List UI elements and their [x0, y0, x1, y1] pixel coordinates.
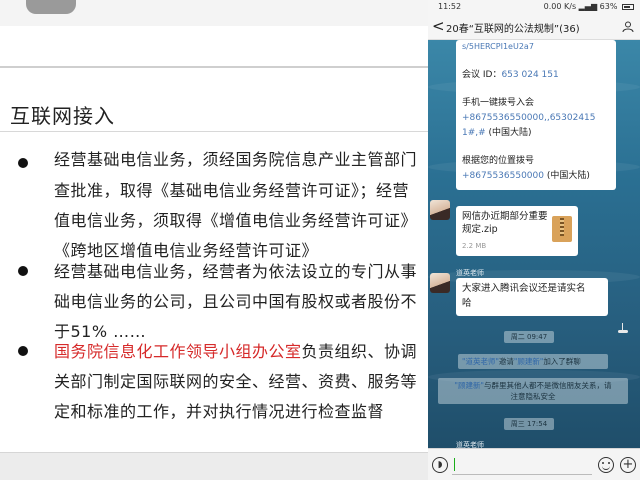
- location-dial-line: +8675536550000 (中国大陆): [462, 169, 590, 183]
- oneclick-label: 手机一键拨号入会: [462, 98, 535, 108]
- slide-text-line: 国务院信息化工作领导小组办公室负责组织、协调: [54, 338, 417, 362]
- signal-icon: ▂▄▆: [578, 2, 598, 11]
- group-chat-title: 20春“互联网的公法规制”(36): [446, 24, 580, 35]
- text-message-bubble[interactable]: 大家进入腾讯会议还是请实名 哈: [456, 278, 608, 316]
- back-arrow-icon[interactable]: <: [432, 17, 445, 35]
- screenshot-root: 互联网接入 经营基础电信业务，须经国务院信息产业主管部门 查批准，取得《基础电信…: [0, 0, 640, 480]
- slide-text-line: 查批准，取得《基础电信业务经营许可证》；经营: [54, 181, 410, 200]
- privacy-notice: "顾建新"与群里其他人都不是微信朋友关系，请 注意隐私安全: [438, 378, 628, 404]
- notice-user-name[interactable]: "顾建新": [455, 381, 484, 390]
- meeting-id-line: 会议 ID：653 024 151: [462, 68, 559, 82]
- slide-text-line: 经营基础电信业务，经营者为依法设立的专门从事: [54, 262, 418, 281]
- message-input[interactable]: [452, 455, 592, 475]
- message-sender: 道英老师: [456, 269, 484, 277]
- bullet-dot: [18, 346, 28, 356]
- chat-input-bar: ◗ +: [428, 448, 640, 480]
- wallpaper-sailboat: [618, 323, 628, 333]
- bullet-dot: [18, 266, 28, 276]
- teacher-avatar[interactable]: [430, 200, 450, 220]
- bullet-dot: [18, 158, 28, 168]
- meeting-id-label: 会议 ID：: [462, 70, 502, 80]
- chat-timestamp: 周三 17:54: [504, 418, 554, 430]
- invite-tail: 加入了群聊: [543, 357, 581, 366]
- file-name-line1: 网信办近期部分重要: [462, 211, 548, 222]
- text-cursor: [454, 458, 455, 471]
- oneclick-number[interactable]: +8675536550000,,65302415: [462, 111, 596, 125]
- notice-text: 与群里其他人都不是微信朋友关系，请: [483, 381, 612, 390]
- zip-file-icon: [552, 216, 572, 242]
- status-right: 0.00 K/s ▂▄▆ 63%: [544, 2, 634, 11]
- meeting-link[interactable]: s/5HERCPI1eU2a7: [462, 40, 534, 54]
- plus-icon[interactable]: +: [620, 457, 636, 473]
- location-dial-label: 根据您的位置拨号: [462, 156, 535, 166]
- message-text-line: 大家进入腾讯会议还是请实名: [462, 283, 586, 294]
- status-time: 11:52: [438, 2, 462, 11]
- file-size: 2.2 MB: [462, 242, 487, 250]
- chat-timestamp: 周二 09:47: [504, 331, 554, 343]
- slide-text-line: 经营基础电信业务，须经国务院信息产业主管部门: [54, 150, 418, 169]
- meeting-id-value[interactable]: 653 024 151: [501, 70, 558, 80]
- slide-text-line: 定和标准的工作，并对执行情况进行检查监督: [54, 402, 385, 421]
- message-text-line: 哈: [462, 298, 472, 309]
- slide-bottom-bar: [0, 452, 428, 480]
- location-region: (中国大陆): [546, 171, 590, 181]
- privacy-notice-line: 注意隐私安全: [510, 392, 556, 401]
- slide-text-line: 值电信业务，须取得《增值电信业务经营许可证》: [54, 211, 418, 230]
- slide-text-line: 关部门制定国际联网的安全、经营、资费、服务等: [54, 372, 418, 391]
- teacher-avatar[interactable]: [430, 273, 450, 293]
- invitee-name[interactable]: "顾建新": [514, 357, 543, 366]
- voice-input-icon[interactable]: ◗: [432, 457, 448, 473]
- invite-system-message: "道英老师"邀请"顾建新"加入了群聊: [458, 354, 608, 369]
- oneclick-number-tail[interactable]: 1#,#: [462, 128, 486, 138]
- slide-title: 互联网接入: [10, 104, 115, 128]
- slide-toolbar: [0, 0, 428, 26]
- group-members-icon[interactable]: [622, 21, 634, 32]
- oneclick-number-cont: 1#,# (中国大陆): [462, 126, 532, 140]
- invite-verb: 邀请: [498, 357, 514, 366]
- chat-header: < 20春“互联网的公法规制”(36): [428, 14, 640, 40]
- status-bar: 11:52 0.00 K/s ▂▄▆ 63%: [428, 0, 640, 14]
- network-speed: 0.00 K/s: [543, 2, 577, 11]
- battery-percent: 63%: [599, 2, 618, 11]
- toolbar-handle[interactable]: [26, 0, 76, 14]
- emoji-icon[interactable]: [598, 457, 614, 473]
- meeting-info-bubble[interactable]: s/5HERCPI1eU2a7 会议 ID：653 024 151 手机一键拨号…: [456, 40, 616, 190]
- slide-text-line: 础电信业务的公司，且公司中国有股权或者股份不: [54, 292, 418, 311]
- presentation-slide: 互联网接入 经营基础电信业务，须经国务院信息产业主管部门 查批准，取得《基础电信…: [0, 0, 428, 480]
- slide-text-fragment: 负责组织、协调: [301, 342, 418, 361]
- battery-icon: [622, 3, 634, 10]
- privacy-notice-line: "顾建新"与群里其他人都不是微信朋友关系，请: [442, 380, 624, 391]
- file-name-line2: 规定.zip: [462, 224, 498, 235]
- inviter-name[interactable]: "道英老师": [462, 357, 499, 366]
- oneclick-region: (中国大陆): [488, 128, 532, 138]
- highlighted-org-name: 国务院信息化工作领导小组办公室: [54, 342, 302, 361]
- location-dial-number[interactable]: +8675536550000: [462, 171, 544, 181]
- slide-divider: [0, 66, 428, 68]
- file-message-bubble[interactable]: 网信办近期部分重要 规定.zip 2.2 MB: [456, 206, 578, 256]
- slide-title-underline: [0, 131, 428, 132]
- wechat-phone-window: 11:52 0.00 K/s ▂▄▆ 63% < 20春“互联网的公法规制”(3…: [428, 0, 640, 480]
